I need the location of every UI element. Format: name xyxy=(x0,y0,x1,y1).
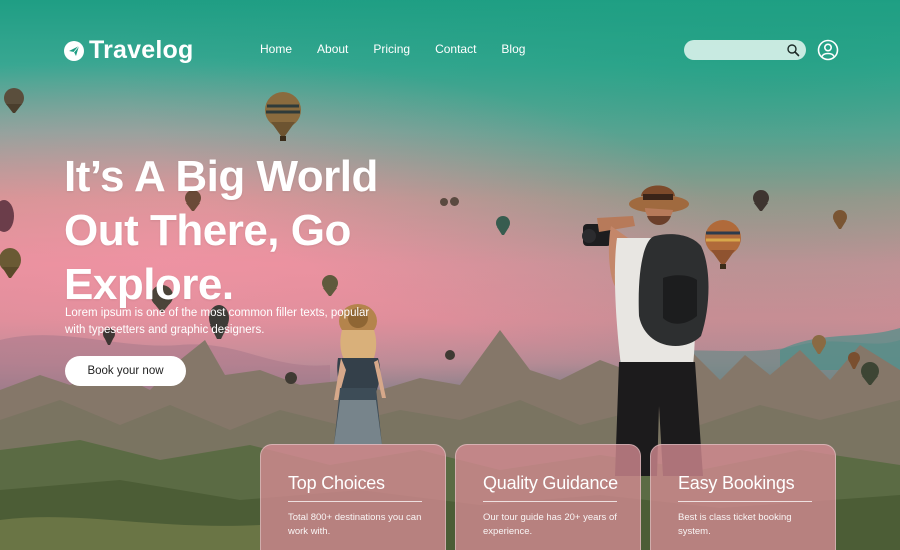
search-icon[interactable] xyxy=(786,43,800,57)
balloon xyxy=(450,197,459,206)
feature-card-top-choices[interactable]: Top Choices Total 800+ destinations you … xyxy=(260,444,446,550)
hero-subtitle: Lorem ipsum is one of the most common fi… xyxy=(65,307,370,336)
balloon xyxy=(861,362,879,385)
balloon xyxy=(445,350,455,360)
nav-about[interactable]: About xyxy=(317,42,348,56)
paper-plane-icon xyxy=(64,40,84,61)
balloon xyxy=(812,335,826,354)
balloon xyxy=(440,198,448,206)
card-divider xyxy=(288,501,422,502)
balloon xyxy=(833,210,847,229)
book-now-button[interactable]: Book your now xyxy=(65,356,186,386)
hero-section: Travelog Home About Pricing Contact Blog… xyxy=(0,0,900,550)
card-text: Best is class ticket booking system. xyxy=(678,512,792,537)
card-title: Top Choices xyxy=(288,473,385,493)
balloon xyxy=(0,248,21,278)
card-title: Easy Bookings xyxy=(678,473,795,493)
card-text: Total 800+ destinations you can work wit… xyxy=(288,512,422,537)
card-title: Quality Guidance xyxy=(483,473,618,493)
nav-links: Home About Pricing Contact Blog xyxy=(260,42,550,56)
balloon xyxy=(0,200,14,232)
traveler-man-with-camera xyxy=(582,185,709,476)
user-icon[interactable] xyxy=(817,39,839,61)
feature-card-easy-bookings[interactable]: Easy Bookings Best is class ticket booki… xyxy=(650,444,836,550)
top-nav: Travelog Home About Pricing Contact Blog xyxy=(0,0,900,100)
nav-home[interactable]: Home xyxy=(260,42,292,56)
balloon xyxy=(496,216,510,235)
nav-pricing[interactable]: Pricing xyxy=(373,42,410,56)
search-input[interactable] xyxy=(694,42,782,58)
search-bar xyxy=(684,40,806,60)
balloon xyxy=(848,352,860,369)
balloon xyxy=(753,190,769,211)
card-text: Our tour guide has 20+ years of experien… xyxy=(483,512,617,537)
nav-contact[interactable]: Contact xyxy=(435,42,476,56)
hero-headline: It’s A Big World Out There, Go Explore. xyxy=(64,152,378,309)
balloon xyxy=(285,372,297,384)
card-divider xyxy=(678,501,812,502)
brand-name: Travelog xyxy=(89,36,194,64)
card-divider xyxy=(483,501,617,502)
feature-card-quality-guidance[interactable]: Quality Guidance Our tour guide has 20+ … xyxy=(455,444,641,550)
nav-blog[interactable]: Blog xyxy=(501,42,525,56)
brand-logo[interactable]: Travelog xyxy=(64,36,193,65)
